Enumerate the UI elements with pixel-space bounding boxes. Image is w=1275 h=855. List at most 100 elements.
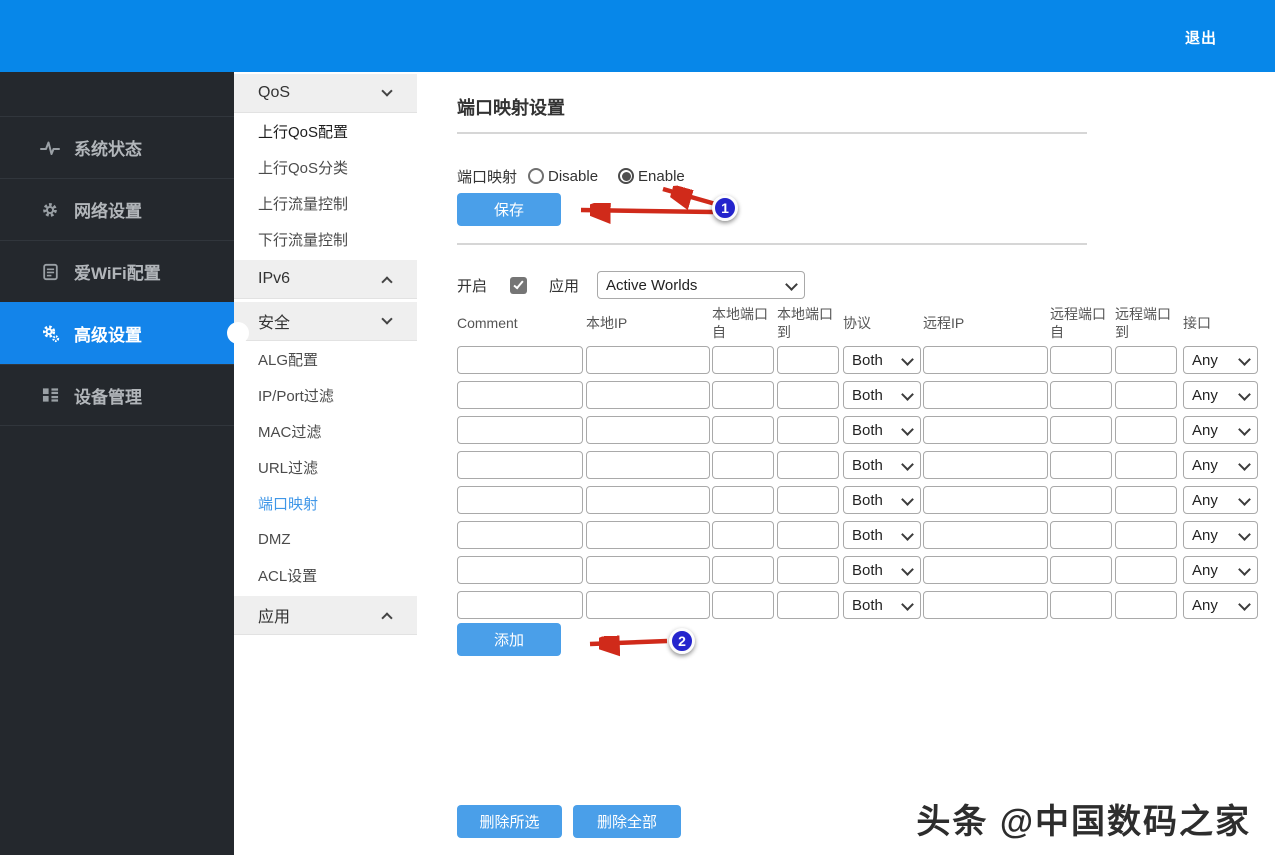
submenu-section-安全[interactable]: 安全 [234, 302, 417, 341]
disable-radio-label[interactable]: Disable [548, 168, 598, 185]
submenu-item-端口映射[interactable]: 端口映射 [234, 485, 417, 521]
local-port-from-input[interactable] [712, 416, 774, 444]
submenu-item-ALG配置[interactable]: ALG配置 [234, 341, 417, 377]
local-ip-input[interactable] [586, 556, 710, 584]
local-port-to-input[interactable] [777, 416, 839, 444]
submenu-item-IP/Port过滤[interactable]: IP/Port过滤 [234, 377, 417, 413]
remote-port-from-input[interactable] [1050, 381, 1112, 409]
protocol-select[interactable]: Both [843, 521, 921, 549]
local-port-from-input[interactable] [712, 381, 774, 409]
submenu-item-ACL设置[interactable]: ACL设置 [234, 557, 417, 593]
local-ip-input[interactable] [586, 416, 710, 444]
enable-checkbox[interactable] [510, 276, 527, 294]
remote-port-to-input[interactable] [1115, 521, 1177, 549]
remote-port-from-input[interactable] [1050, 521, 1112, 549]
comment-input[interactable] [457, 346, 583, 374]
enable-radio-label[interactable]: Enable [638, 168, 685, 185]
add-button[interactable]: 添加 [457, 623, 561, 656]
local-port-to-input[interactable] [777, 381, 839, 409]
local-port-to-input[interactable] [777, 521, 839, 549]
submenu-item-URL过滤[interactable]: URL过滤 [234, 449, 417, 485]
interface-select[interactable]: Any [1183, 416, 1258, 444]
comment-input[interactable] [457, 556, 583, 584]
application-select[interactable]: Active Worlds [597, 271, 805, 299]
delete-selected-button[interactable]: 删除所选 [457, 805, 562, 838]
remote-ip-input[interactable] [923, 486, 1048, 514]
remote-port-from-input[interactable] [1050, 591, 1112, 619]
disable-radio[interactable] [528, 168, 545, 184]
submenu-item-上行QoS配置[interactable]: 上行QoS配置 [234, 113, 417, 149]
local-port-to-input[interactable] [777, 486, 839, 514]
remote-port-to-input[interactable] [1115, 556, 1177, 584]
local-port-to-input[interactable] [777, 346, 839, 374]
interface-select[interactable]: Any [1183, 381, 1258, 409]
local-ip-input[interactable] [586, 591, 710, 619]
comment-input[interactable] [457, 591, 583, 619]
remote-port-to-input[interactable] [1115, 416, 1177, 444]
submenu-item-DMZ[interactable]: DMZ [234, 521, 417, 557]
protocol-select[interactable]: Both [843, 416, 921, 444]
protocol-select[interactable]: Both [843, 451, 921, 479]
local-port-to-input[interactable] [777, 556, 839, 584]
submenu-section-应用[interactable]: 应用 [234, 596, 417, 635]
interface-select[interactable]: Any [1183, 486, 1258, 514]
local-ip-input[interactable] [586, 521, 710, 549]
local-ip-input[interactable] [586, 486, 710, 514]
local-ip-input[interactable] [586, 381, 710, 409]
protocol-select[interactable]: Both [843, 381, 921, 409]
remote-port-from-input[interactable] [1050, 451, 1112, 479]
remote-ip-input[interactable] [923, 416, 1048, 444]
sidebar-item-网络设置[interactable]: 网络设置 [0, 178, 234, 240]
remote-port-to-input[interactable] [1115, 591, 1177, 619]
sidebar-item-高级设置[interactable]: 高级设置 [0, 302, 234, 364]
delete-all-button[interactable]: 删除全部 [573, 805, 681, 838]
local-port-from-input[interactable] [712, 521, 774, 549]
sidebar-item-爱WiFi配置[interactable]: 爱WiFi配置 [0, 240, 234, 302]
remote-ip-input[interactable] [923, 346, 1048, 374]
interface-select[interactable]: Any [1183, 521, 1258, 549]
interface-select[interactable]: Any [1183, 346, 1258, 374]
protocol-select[interactable]: Both [843, 556, 921, 584]
comment-input[interactable] [457, 486, 583, 514]
submenu-section-IPv6[interactable]: IPv6 [234, 260, 417, 299]
comment-input[interactable] [457, 381, 583, 409]
local-port-from-input[interactable] [712, 346, 774, 374]
remote-port-to-input[interactable] [1115, 451, 1177, 479]
submenu-item-MAC过滤[interactable]: MAC过滤 [234, 413, 417, 449]
enable-radio[interactable] [618, 168, 635, 184]
local-port-from-input[interactable] [712, 451, 774, 479]
remote-ip-input[interactable] [923, 521, 1048, 549]
save-button[interactable]: 保存 [457, 193, 561, 226]
local-port-from-input[interactable] [712, 591, 774, 619]
local-ip-input[interactable] [586, 451, 710, 479]
interface-select[interactable]: Any [1183, 591, 1258, 619]
submenu-section-QoS[interactable]: QoS [234, 74, 417, 113]
remote-port-to-input[interactable] [1115, 346, 1177, 374]
remote-port-to-input[interactable] [1115, 381, 1177, 409]
protocol-select[interactable]: Both [843, 486, 921, 514]
protocol-select[interactable]: Both [843, 591, 921, 619]
submenu-item-上行QoS分类[interactable]: 上行QoS分类 [234, 149, 417, 185]
remote-port-from-input[interactable] [1050, 346, 1112, 374]
protocol-select[interactable]: Both [843, 346, 921, 374]
comment-input[interactable] [457, 451, 583, 479]
local-port-from-input[interactable] [712, 556, 774, 584]
remote-ip-input[interactable] [923, 381, 1048, 409]
remote-ip-input[interactable] [923, 556, 1048, 584]
submenu-item-下行流量控制[interactable]: 下行流量控制 [234, 221, 417, 257]
remote-port-from-input[interactable] [1050, 416, 1112, 444]
comment-input[interactable] [457, 416, 583, 444]
sidebar-item-设备管理[interactable]: 设备管理 [0, 364, 234, 426]
interface-select[interactable]: Any [1183, 556, 1258, 584]
local-port-to-input[interactable] [777, 451, 839, 479]
remote-ip-input[interactable] [923, 451, 1048, 479]
remote-port-from-input[interactable] [1050, 556, 1112, 584]
submenu-item-上行流量控制[interactable]: 上行流量控制 [234, 185, 417, 221]
local-port-to-input[interactable] [777, 591, 839, 619]
remote-port-to-input[interactable] [1115, 486, 1177, 514]
remote-port-from-input[interactable] [1050, 486, 1112, 514]
local-ip-input[interactable] [586, 346, 710, 374]
remote-ip-input[interactable] [923, 591, 1048, 619]
local-port-from-input[interactable] [712, 486, 774, 514]
sidebar-item-系统状态[interactable]: 系统状态 [0, 116, 234, 178]
